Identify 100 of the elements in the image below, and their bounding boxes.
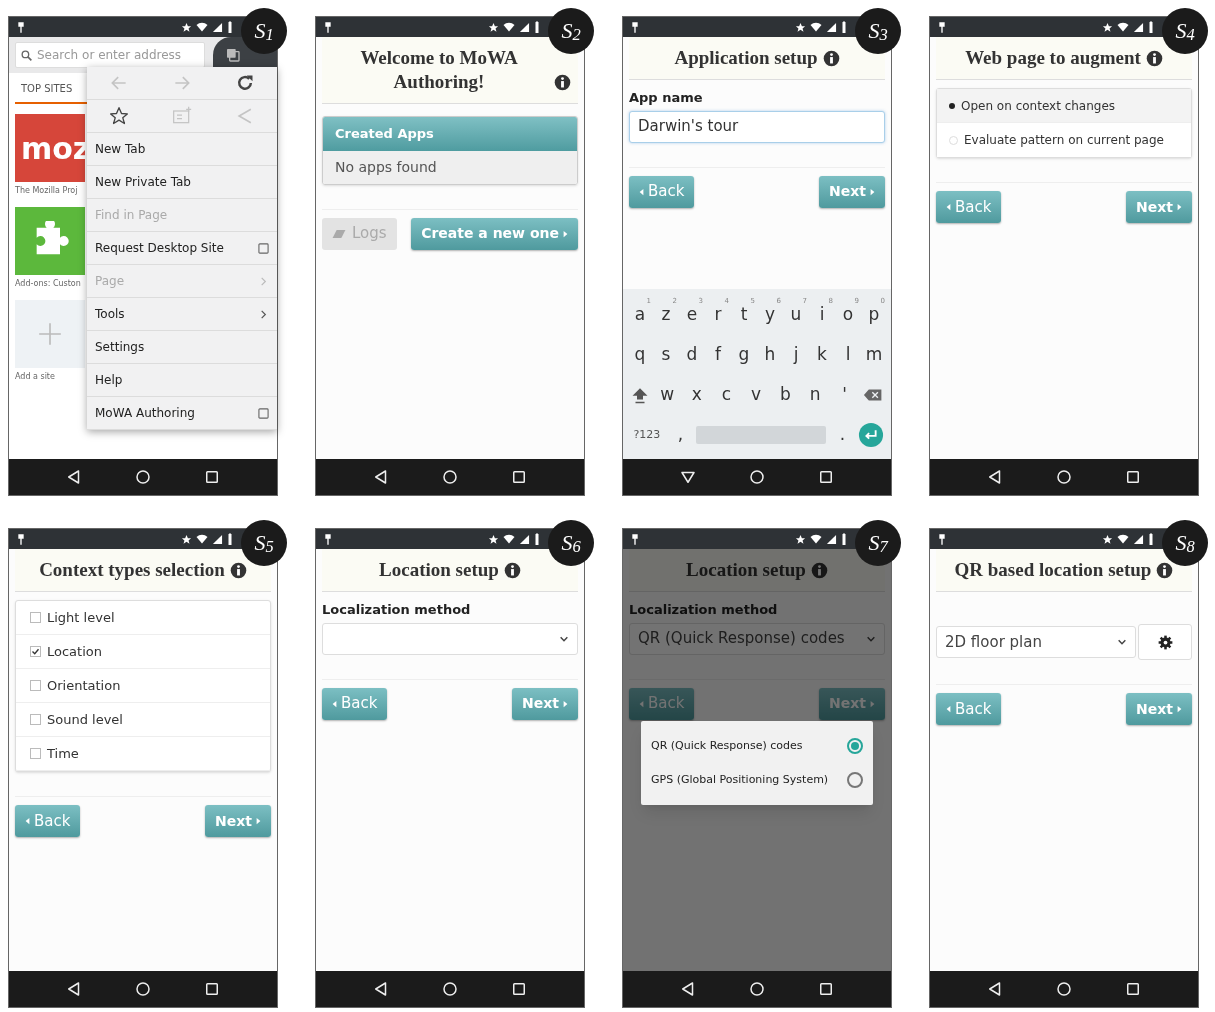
battery-icon [1148,533,1154,545]
figure-label: S$_{1}$ [241,8,287,54]
checkbox-option[interactable]: Orientation [16,669,270,703]
home-icon[interactable] [748,468,766,486]
caret-icon [1177,705,1182,713]
battery-icon [534,533,540,545]
reload-icon[interactable] [235,73,256,93]
keyboard-key[interactable]: q [629,338,651,372]
screen-title: Welcome to MoWA Authoring! [359,46,519,94]
keyboard-key[interactable]: k [811,338,833,372]
chevron-down-icon [1117,637,1127,647]
radio-option[interactable]: Evaluate pattern on current page [937,123,1191,157]
caret-icon [946,203,951,211]
screen-title: Web page to augment [965,46,1141,70]
checkbox-icon[interactable] [258,407,269,419]
search-icon [20,48,33,62]
checkbox[interactable] [30,680,41,691]
keyboard-key[interactable]: f [707,338,729,372]
checkbox-icon[interactable] [258,242,269,254]
backspace-icon[interactable] [863,388,884,402]
keyboard-key[interactable]: c [715,378,738,412]
tile-caption: Add-ons: Custon [15,278,81,290]
star-icon [795,533,806,545]
menu-item[interactable]: Help [87,364,277,397]
keyboard-key[interactable]: w [656,378,679,412]
site-tile[interactable] [15,300,85,368]
keyboard-key[interactable]: , [669,418,692,452]
keyboard-key[interactable]: g [733,338,755,372]
signal-icon [826,533,837,545]
screen-title: QR based location setup [954,558,1152,582]
radio-button[interactable] [847,772,863,788]
select-field[interactable]: 2D floor plan [936,626,1136,658]
notification-icon [631,533,639,545]
menu-item[interactable]: New Tab [87,133,277,166]
figure-label: S$_{4}$ [1162,8,1208,54]
checkbox-option[interactable]: Sound level [16,703,270,737]
radio-button[interactable] [847,738,863,754]
keyboard-key[interactable]: v [744,378,767,412]
text-field[interactable]: Darwin's tour [629,110,885,143]
keyboard-key[interactable]: n [804,378,827,412]
home-icon[interactable] [748,980,766,998]
keyboard-key[interactable]: l [837,338,859,372]
star-icon [1102,21,1113,33]
caret-icon [870,699,875,708]
star-icon[interactable] [108,106,129,126]
keyboard-key[interactable]: x [685,378,708,412]
menu-item[interactable]: New Private Tab [87,166,277,199]
info-icon [1156,562,1174,579]
menu-item[interactable]: Settings [87,331,277,364]
home-icon[interactable] [1055,980,1073,998]
home-icon[interactable] [441,468,459,486]
settings-button[interactable] [1138,624,1192,660]
field-label: Localization method [322,601,472,619]
wifi-icon [503,533,515,545]
keyboard-key[interactable]: s [655,338,677,372]
keyboard-key[interactable]: h [759,338,781,372]
tabs-icon[interactable] [225,47,241,63]
keyboard-key[interactable]: ' [833,378,856,412]
dialog-option[interactable]: QR (Quick Response) codes [641,729,873,763]
info-icon [554,74,571,91]
select-field[interactable] [322,622,578,655]
checkbox[interactable] [30,646,41,657]
enter-icon[interactable] [858,422,885,448]
checkbox-option[interactable]: Time [16,737,270,771]
menu-item[interactable]: Tools [87,298,277,331]
info-icon [503,562,521,579]
keyboard-key[interactable]: b [774,378,797,412]
screen-title: Location setup [686,558,806,582]
keyboard-key[interactable]: j [785,338,807,372]
home-icon[interactable] [134,980,152,998]
figure-label: S$_{6}$ [548,520,594,566]
keyboard-key[interactable]: . [831,418,854,452]
radio-option[interactable]: Open on context changes [937,89,1191,123]
checkbox-option[interactable]: Light level [16,601,270,635]
checkbox[interactable] [30,748,41,759]
info-icon [810,562,828,579]
notification-icon [17,533,25,545]
home-icon[interactable] [441,980,459,998]
star-icon [181,533,192,545]
home-icon[interactable] [1055,468,1073,486]
star-icon [1102,533,1113,545]
radio-button[interactable] [949,102,955,109]
menu-item[interactable]: MoWA Authoring [87,397,277,430]
keyboard-key[interactable]: d [681,338,703,372]
menu-item[interactable]: Request Desktop Site [87,232,277,265]
checkbox[interactable] [30,714,41,725]
checkbox[interactable] [30,612,41,623]
checkbox-option[interactable]: Location [16,635,270,669]
select-field[interactable]: QR (Quick Response) codes [629,622,885,655]
home-icon[interactable] [134,468,152,486]
star-icon [181,21,192,33]
notification-icon [324,533,332,545]
dialog-option[interactable]: GPS (Global Positioning System) [641,763,873,797]
keyboard-key[interactable]: ?123 [629,426,665,444]
figure-label: S$_{8}$ [1162,520,1208,566]
site-tile[interactable] [15,207,85,275]
battery-icon [227,21,233,33]
figure-label: S$_{3}$ [855,8,901,54]
signal-icon [1133,533,1144,545]
keyboard-key[interactable]: m [863,338,885,372]
